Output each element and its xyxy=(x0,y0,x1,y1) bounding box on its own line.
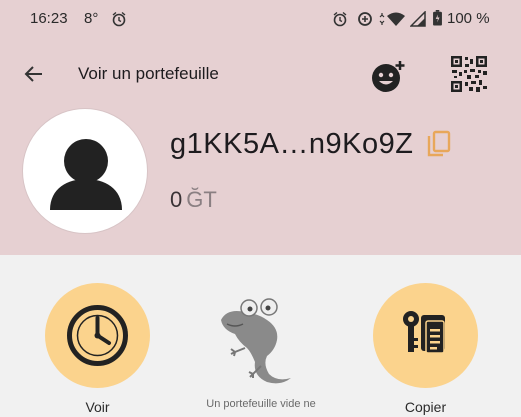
empty-wallet-message: Un portefeuille vide ne xyxy=(206,398,316,410)
page-title: Voir un portefeuille xyxy=(78,64,219,83)
key-document-icon xyxy=(403,311,445,354)
status-battery-level: 100 % xyxy=(447,10,490,27)
wallet-address: g1KK5A…n9Ko9Z xyxy=(170,128,414,160)
alarm-icon xyxy=(112,11,126,27)
copy-icon[interactable] xyxy=(425,130,453,160)
copy-label[interactable]: Copier xyxy=(373,399,478,415)
alarm-icon xyxy=(333,11,347,27)
balance-amount: 0 xyxy=(170,187,183,212)
wifi-icon xyxy=(379,12,405,26)
wallet-balance: 0 ĞT xyxy=(170,187,217,213)
avatar[interactable] xyxy=(22,108,148,234)
history-label[interactable]: Voir xyxy=(45,399,150,415)
add-emoji-icon[interactable] xyxy=(370,58,406,94)
clock-icon xyxy=(67,305,128,366)
history-button[interactable] xyxy=(45,283,150,388)
status-temperature: 8° xyxy=(84,10,99,27)
qr-code-icon[interactable] xyxy=(451,56,487,92)
status-time: 16:23 xyxy=(30,10,68,27)
balance-unit: ĞT xyxy=(186,187,217,212)
back-arrow-icon[interactable] xyxy=(22,62,46,86)
gecko-illustration xyxy=(221,298,291,384)
person-icon xyxy=(50,139,122,210)
data-saver-icon xyxy=(358,12,372,26)
status-bar: 16:23 8° 100 % xyxy=(0,0,521,40)
signal-icon xyxy=(410,11,426,27)
battery-icon xyxy=(433,10,442,26)
copy-address-button[interactable] xyxy=(373,283,478,388)
